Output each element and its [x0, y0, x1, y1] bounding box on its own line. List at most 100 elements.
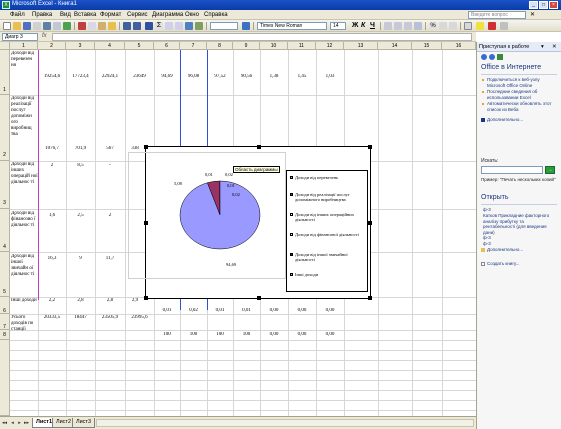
recent-file-link[interactable]: ф-3 — [483, 241, 555, 247]
pie-data-label[interactable]: 94,69 — [226, 262, 236, 267]
menu-format[interactable]: Формат — [100, 12, 121, 18]
permission-icon[interactable] — [33, 22, 41, 30]
sheet-tab[interactable]: Лист3 — [72, 418, 96, 428]
open-more-link[interactable]: Дополнительно... — [487, 247, 559, 253]
column-header[interactable]: 7 — [180, 42, 207, 50]
cell-value[interactable]: 0,00 — [316, 332, 344, 338]
font-color-icon[interactable] — [488, 22, 496, 30]
spelling-icon[interactable] — [63, 22, 71, 30]
cell-value[interactable]: 96,08 — [180, 74, 207, 80]
cell-value[interactable]: - — [11, 213, 19, 219]
increase-indent-icon[interactable] — [449, 22, 457, 30]
formula-input[interactable] — [52, 33, 472, 41]
decrease-indent-icon[interactable] — [439, 22, 447, 30]
recent-file-link[interactable]: ф-3 — [483, 235, 555, 241]
column-header[interactable]: 9 — [233, 42, 260, 50]
cell-label[interactable]: Доходи від реалізації послуг допоміжн ог… — [11, 96, 38, 138]
menu-view[interactable]: Вид — [60, 12, 71, 18]
create-workbook-link[interactable]: Создать книгу... — [487, 261, 559, 267]
task-pane-close-icon[interactable]: ✕ — [552, 42, 557, 51]
forward-icon[interactable] — [489, 54, 495, 60]
toolbar-options-icon[interactable] — [500, 22, 508, 30]
cell-value[interactable]: 9 — [66, 256, 95, 262]
cell-value[interactable]: 0,00 — [260, 332, 288, 338]
menu-help[interactable]: Справка — [204, 12, 228, 18]
help-icon[interactable] — [242, 22, 250, 30]
pie-data-label[interactable]: 0,02 — [225, 172, 233, 177]
cell-value[interactable]: 2,8 — [95, 298, 125, 304]
home-icon[interactable] — [497, 54, 503, 60]
open-folder-icon[interactable] — [13, 22, 21, 30]
cell-value[interactable]: 100 — [233, 332, 260, 338]
new-document-icon[interactable] — [3, 22, 11, 30]
resize-handle[interactable] — [144, 296, 148, 300]
cell-value[interactable]: 0,02 — [180, 308, 207, 314]
minimize-icon[interactable]: _ — [529, 1, 538, 9]
cell-value[interactable]: 0,00 — [288, 332, 316, 338]
column-header[interactable]: 10 — [260, 42, 288, 50]
cell-value[interactable]: 2,2 — [38, 298, 66, 304]
column-header[interactable]: 3 — [66, 42, 95, 50]
cell-value[interactable]: 2,8 — [66, 298, 95, 304]
row-header[interactable]: 7 — [0, 314, 10, 330]
resize-handle[interactable] — [368, 145, 372, 149]
cut-icon[interactable] — [78, 22, 86, 30]
recent-file-link[interactable]: ф-3 — [483, 207, 555, 213]
sort-descending-icon[interactable] — [175, 22, 183, 30]
doc-close-icon[interactable]: ✕ — [530, 11, 535, 18]
cell-value[interactable]: 1,6 — [38, 213, 66, 219]
pie-data-label[interactable]: 0,01 — [205, 172, 213, 177]
row-header[interactable]: 4 — [0, 209, 10, 252]
dropdown-icon[interactable]: ▾ — [541, 42, 544, 51]
link-latest-news[interactable]: Последние сведения об использовании Exce… — [487, 89, 559, 100]
task-pane-header[interactable]: Приступая к работе ▾ ✕ — [477, 42, 561, 52]
cell-value[interactable]: 8,5 — [66, 163, 95, 169]
menu-tools[interactable]: Сервис — [127, 12, 148, 18]
menu-file[interactable]: Файл — [10, 12, 25, 18]
row-header[interactable]: 5 — [0, 252, 10, 297]
cell-label[interactable]: Доходи від перевезен ня — [11, 51, 38, 69]
hyperlink-icon[interactable] — [145, 22, 153, 30]
copy-icon[interactable] — [88, 22, 96, 30]
cell-value[interactable]: 100 — [154, 332, 180, 338]
drawing-icon[interactable] — [195, 22, 203, 30]
redo-icon[interactable] — [133, 22, 141, 30]
cell-value[interactable]: 16,3 — [38, 256, 66, 262]
autosum-icon[interactable]: Σ — [155, 22, 163, 30]
link-office-online[interactable]: Подключиться к веб-узлу Microsoft Office… — [487, 77, 559, 88]
cell-value[interactable]: 22924,1 — [95, 74, 125, 80]
zoom-combo[interactable] — [210, 22, 238, 30]
cell-value[interactable]: 97,52 — [207, 74, 233, 80]
back-icon[interactable] — [481, 54, 487, 60]
pie-data-label[interactable]: 0,01 — [227, 183, 235, 188]
menu-insert[interactable]: Вставка — [74, 12, 96, 18]
close-icon[interactable]: × — [549, 1, 558, 9]
paste-icon[interactable] — [98, 22, 106, 30]
maximize-icon[interactable]: □ — [539, 1, 548, 9]
search-input[interactable] — [481, 166, 543, 174]
underline-button[interactable]: Ч — [370, 22, 375, 30]
prev-sheet-icon[interactable]: ◂ — [10, 420, 15, 426]
font-size-select[interactable]: 14 — [330, 22, 346, 30]
cell-value[interactable]: 23505,9 — [95, 315, 125, 321]
row-header[interactable]: 8 — [0, 330, 10, 340]
resize-handle[interactable] — [368, 296, 372, 300]
cell-value[interactable]: 1,45 — [288, 74, 316, 80]
help-search-input[interactable]: Введите вопрос — [468, 11, 526, 19]
cell-value[interactable]: 1,03 — [316, 74, 344, 80]
next-sheet-icon[interactable]: ▸ — [17, 420, 22, 426]
row-header[interactable]: 3 — [0, 161, 10, 209]
row-header[interactable]: 6 — [0, 297, 10, 314]
column-header[interactable]: 8 — [207, 42, 233, 50]
horizontal-scrollbar[interactable] — [96, 419, 474, 427]
format-painter-icon[interactable] — [108, 22, 116, 30]
column-header[interactable]: 5 — [125, 42, 154, 50]
cell-value[interactable]: - — [95, 163, 125, 169]
column-header[interactable]: 14 — [378, 42, 412, 50]
column-header[interactable]: 4 — [95, 42, 125, 50]
resize-handle[interactable] — [368, 221, 372, 225]
pie-chart[interactable] — [175, 175, 265, 255]
cell-value[interactable]: 2 — [38, 163, 66, 169]
cell-value[interactable]: 0,00 — [288, 308, 316, 314]
cell-value[interactable]: 2,5 — [66, 213, 95, 219]
